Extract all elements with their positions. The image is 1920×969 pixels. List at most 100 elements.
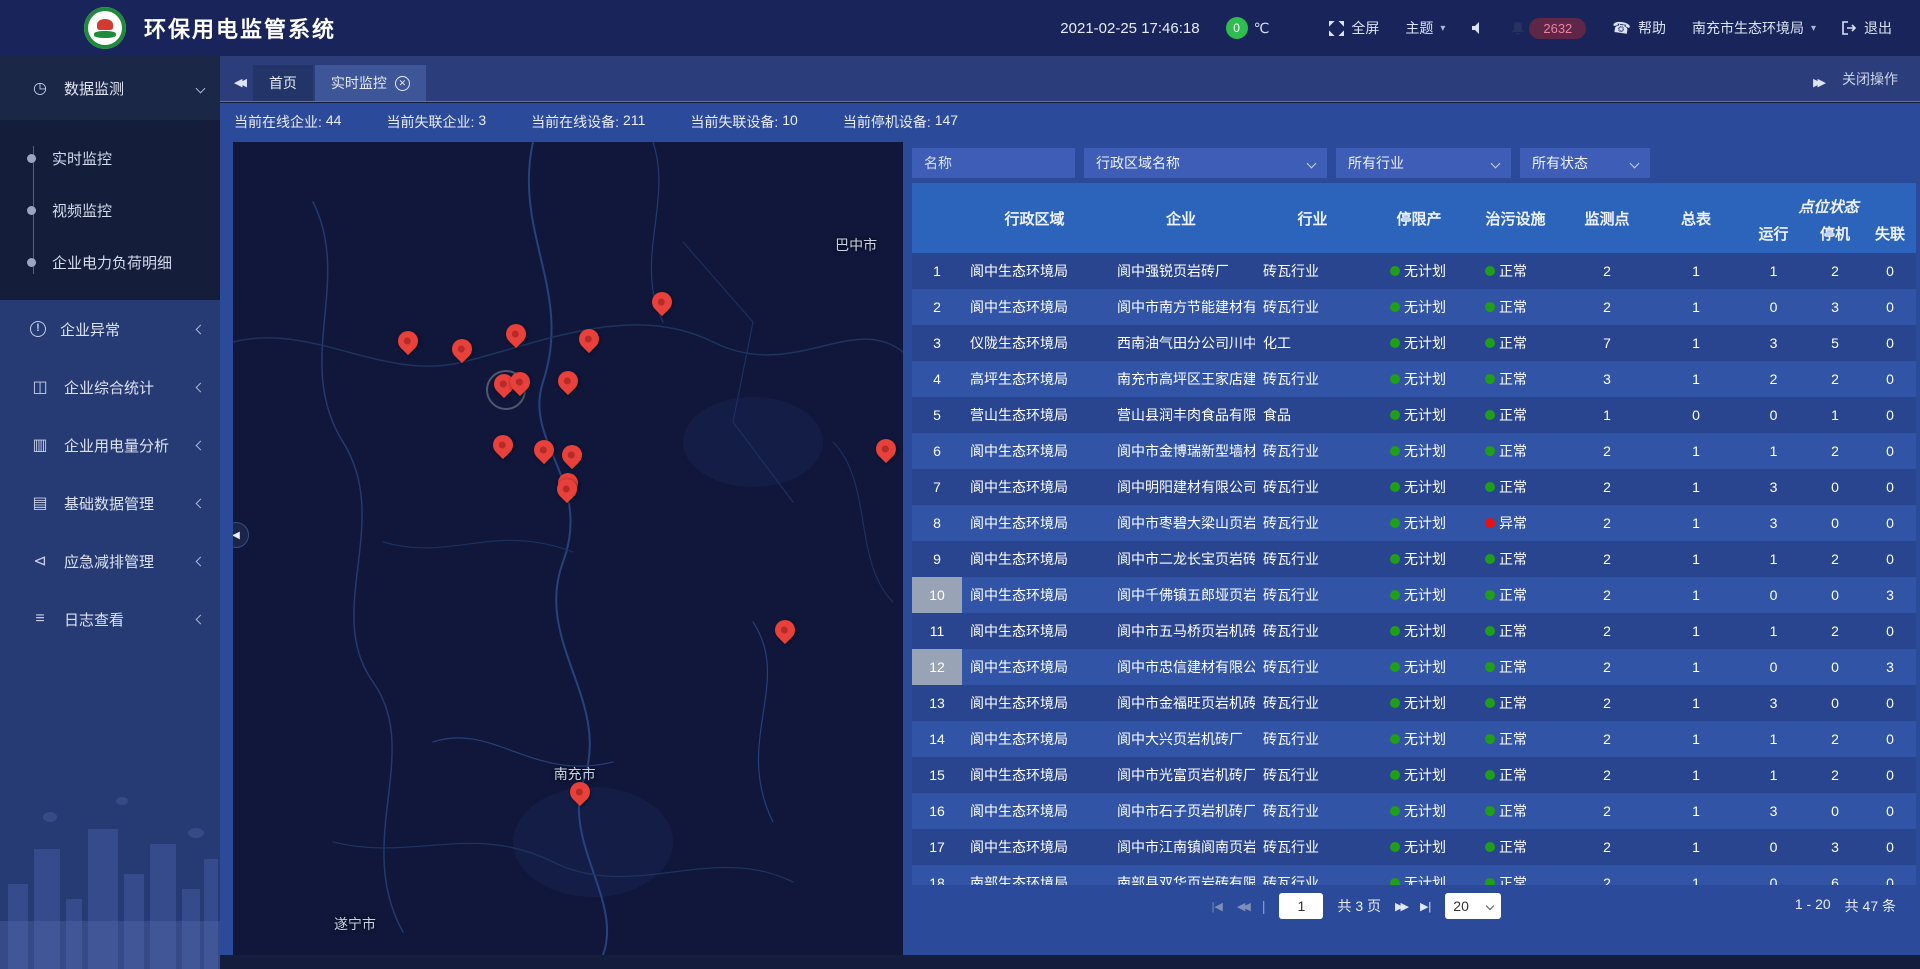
cell-company: 阆中强锐页岩砖厂 bbox=[1107, 261, 1255, 281]
stat-item: 当前在线设备: 211 bbox=[531, 112, 645, 132]
cell-total: 1 bbox=[1651, 263, 1741, 279]
cell-total: 1 bbox=[1651, 587, 1741, 603]
last-page-button[interactable] bbox=[1420, 900, 1431, 913]
table-row[interactable]: 1 阆中生态环境局 阆中强锐页岩砖厂 砖瓦行业 无计划 正常 bbox=[912, 253, 1916, 289]
sidebar-subitem[interactable]: 视频监控 bbox=[0, 184, 220, 236]
cell-limit: 无计划 bbox=[1370, 333, 1468, 353]
help-button[interactable]: ☎ 帮助 bbox=[1612, 18, 1666, 38]
cell-points: 2 bbox=[1563, 479, 1651, 495]
status-dot-icon bbox=[1390, 410, 1400, 420]
table-row[interactable]: 14 阆中生态环境局 阆中大兴页岩机砖厂 砖瓦行业 无计划 正常 bbox=[912, 721, 1916, 757]
sidebar-subitem[interactable]: 企业电力负荷明细 bbox=[0, 236, 220, 288]
table-row[interactable]: 13 阆中生态环境局 阆中市金福旺页岩机砖 砖瓦行业 无计划 正常 bbox=[912, 685, 1916, 721]
close-operations-button[interactable]: 关闭操作 bbox=[1838, 69, 1920, 101]
fullscreen-button[interactable]: 全屏 bbox=[1329, 18, 1379, 38]
table-row[interactable]: 5 营山生态环境局 营山县润丰肉食品有限 食品 无计划 正常 bbox=[912, 397, 1916, 433]
cell-region: 阆中生态环境局 bbox=[962, 585, 1107, 605]
row-index: 6 bbox=[912, 433, 962, 469]
table-row[interactable]: 6 阆中生态环境局 阆中市金博瑞新型墙材 砖瓦行业 无计划 正常 bbox=[912, 433, 1916, 469]
status-dot-icon bbox=[1485, 878, 1495, 885]
chevron-down-icon bbox=[1630, 158, 1640, 168]
sidebar-item[interactable]: 基础数据管理 bbox=[0, 474, 220, 532]
cell-company: 阆中市五马桥页岩机砖 bbox=[1107, 621, 1255, 641]
cell-company: 阆中市二龙长宝页岩砖 bbox=[1107, 549, 1255, 569]
name-filter-input[interactable] bbox=[912, 148, 1075, 178]
col-industry: 行业 bbox=[1255, 183, 1370, 253]
next-page-button[interactable] bbox=[1395, 900, 1406, 913]
map-panel[interactable]: 巴中市 南充市 遂宁市 bbox=[233, 142, 903, 955]
theme-dropdown[interactable]: 主题 ▾ bbox=[1405, 18, 1445, 38]
table-header: 行政区域 企业 行业 停限产 治污设施 监测点 总表 点位状态 运行 停机 失联 bbox=[912, 183, 1916, 253]
cell-region: 南部生态环境局 bbox=[962, 873, 1107, 885]
pager-divider: | bbox=[1262, 898, 1266, 914]
org-dropdown[interactable]: 南充市生态环境局 ▾ bbox=[1692, 18, 1816, 38]
sidebar-item[interactable]: 企业异常 bbox=[0, 300, 220, 358]
industry-filter-select[interactable]: 所有行业 bbox=[1336, 148, 1511, 178]
table-row[interactable]: 9 阆中生态环境局 阆中市二龙长宝页岩砖 砖瓦行业 无计划 正常 bbox=[912, 541, 1916, 577]
page-size-select[interactable]: 20 bbox=[1445, 893, 1501, 919]
sidebar-subitem[interactable]: 实时监控 bbox=[0, 132, 220, 184]
row-index: 15 bbox=[912, 757, 962, 793]
cell-stop: 2 bbox=[1806, 767, 1864, 783]
sidebar-item-label: 应急减排管理 bbox=[64, 551, 183, 572]
first-page-button[interactable] bbox=[1212, 900, 1223, 913]
cell-points: 2 bbox=[1563, 299, 1651, 315]
chevron-left-icon bbox=[196, 614, 206, 624]
cell-run: 1 bbox=[1741, 263, 1806, 279]
table-row[interactable]: 3 仪陇生态环境局 西南油气田分公司川中 化工 无计划 正常 bbox=[912, 325, 1916, 361]
cell-lost: 0 bbox=[1864, 263, 1916, 279]
cell-lost: 0 bbox=[1864, 731, 1916, 747]
table-row[interactable]: 11 阆中生态环境局 阆中市五马桥页岩机砖 砖瓦行业 无计划 正常 bbox=[912, 613, 1916, 649]
sidebar-item[interactable]: 企业综合统计 bbox=[0, 358, 220, 416]
cell-total: 1 bbox=[1651, 767, 1741, 783]
sidebar-item[interactable]: 企业用电量分析 bbox=[0, 416, 220, 474]
region-filter-select[interactable]: 行政区域名称 bbox=[1084, 148, 1327, 178]
table-row[interactable]: 2 阆中生态环境局 阆中市南方节能建材有 砖瓦行业 无计划 正常 bbox=[912, 289, 1916, 325]
tabs-scroll-left-button[interactable] bbox=[220, 76, 253, 101]
cell-company: 西南油气田分公司川中 bbox=[1107, 333, 1255, 353]
sidebar-item[interactable]: 应急减排管理 bbox=[0, 532, 220, 590]
tab-home[interactable]: 首页 bbox=[253, 65, 313, 101]
stat-item: 当前停机设备: 147 bbox=[843, 112, 958, 132]
cell-company: 阆中市金福旺页岩机砖 bbox=[1107, 693, 1255, 713]
table-row[interactable]: 7 阆中生态环境局 阆中明阳建材有限公司 砖瓦行业 无计划 正常 bbox=[912, 469, 1916, 505]
status-dot-icon bbox=[1485, 698, 1495, 708]
col-company: 企业 bbox=[1107, 183, 1255, 253]
cell-facility: 正常 bbox=[1468, 333, 1563, 353]
close-tab-icon[interactable]: ✕ bbox=[395, 76, 410, 91]
col-limit: 停限产 bbox=[1370, 183, 1468, 253]
table-row[interactable]: 16 阆中生态环境局 阆中市石子页岩机砖厂 砖瓦行业 无计划 正常 bbox=[912, 793, 1916, 829]
row-index: 9 bbox=[912, 541, 962, 577]
table-row[interactable]: 8 阆中生态环境局 阆中市枣碧大梁山页岩 砖瓦行业 无计划 异常 bbox=[912, 505, 1916, 541]
status-dot-icon bbox=[1485, 518, 1495, 528]
sidebar-group-data-monitor[interactable]: 数据监测 bbox=[0, 56, 220, 120]
pagination-bar: | 共 3 页 20 1 - 20 共 47 条 bbox=[912, 885, 1916, 927]
region-filter-label: 行政区域名称 bbox=[1096, 153, 1180, 173]
cell-industry: 砖瓦行业 bbox=[1255, 441, 1370, 461]
cell-total: 1 bbox=[1651, 875, 1741, 885]
cell-limit: 无计划 bbox=[1370, 513, 1468, 533]
logout-button[interactable]: 退出 bbox=[1842, 18, 1892, 38]
page-number-input[interactable] bbox=[1279, 893, 1323, 919]
notification-count-badge: 2632 bbox=[1529, 18, 1586, 39]
notifications-button[interactable]: 2632 bbox=[1511, 18, 1586, 39]
status-filter-select[interactable]: 所有状态 bbox=[1520, 148, 1650, 178]
table-row[interactable]: 4 高坪生态环境局 南充市高坪区王家店建 砖瓦行业 无计划 正常 bbox=[912, 361, 1916, 397]
table-row[interactable]: 17 阆中生态环境局 阆中市江南镇阆南页岩 砖瓦行业 无计划 正常 bbox=[912, 829, 1916, 865]
cell-stop: 2 bbox=[1806, 263, 1864, 279]
status-dot-icon bbox=[1390, 626, 1400, 636]
table-row[interactable]: 10 阆中生态环境局 阆中千佛镇五郎垭页岩 砖瓦行业 无计划 正常 bbox=[912, 577, 1916, 613]
cell-industry: 砖瓦行业 bbox=[1255, 369, 1370, 389]
table-row[interactable]: 18 南部生态环境局 南部县双华页岩砖有限 砖瓦行业 无计划 正常 bbox=[912, 865, 1916, 885]
table-row[interactable]: 12 阆中生态环境局 阆中市忠信建材有限公 砖瓦行业 无计划 正常 bbox=[912, 649, 1916, 685]
cell-industry: 砖瓦行业 bbox=[1255, 549, 1370, 569]
stat-item: 当前失联企业: 3 bbox=[386, 112, 486, 132]
mute-button[interactable] bbox=[1471, 21, 1485, 35]
bell-icon bbox=[1511, 21, 1525, 36]
table-row[interactable]: 15 阆中生态环境局 阆中市光富页岩机砖厂 砖瓦行业 无计划 正常 bbox=[912, 757, 1916, 793]
prev-page-button[interactable] bbox=[1237, 900, 1248, 913]
tabs-scroll-right-button[interactable] bbox=[1799, 76, 1838, 101]
tab-realtime-monitor[interactable]: 实时监控 ✕ bbox=[315, 65, 426, 101]
sidebar-item[interactable]: 日志查看 bbox=[0, 590, 220, 648]
fullscreen-label: 全屏 bbox=[1351, 18, 1379, 38]
